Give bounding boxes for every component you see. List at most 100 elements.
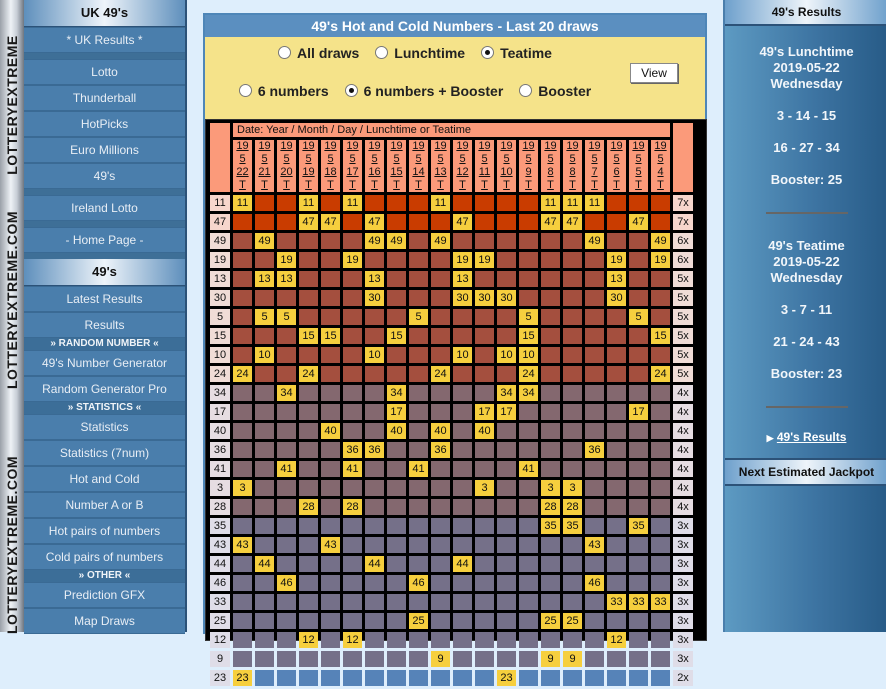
draw-date-link[interactable]: 19 5 20 T (277, 140, 296, 192)
nav-item[interactable]: Cold pairs of numbers (24, 544, 185, 570)
draw-date-link[interactable]: 19 5 14 T (409, 140, 428, 192)
draw-date-link[interactable]: 19 5 15 T (387, 140, 406, 192)
number-type-option[interactable]: 6 numbers + Booster (344, 83, 503, 99)
nav-item[interactable]: 49's Number Generator (24, 350, 185, 376)
brand-vertical-text: LOTTERYEXTREME.COM (4, 455, 20, 635)
hit-cell: 24 (519, 366, 538, 382)
row-count-label: 4x (673, 404, 693, 420)
empty-cell (607, 518, 626, 534)
radio-button[interactable] (278, 46, 292, 59)
number-type-option[interactable]: 6 numbers (238, 83, 329, 99)
nav-item[interactable]: Map Draws (24, 608, 185, 634)
hit-cell: 30 (497, 290, 516, 306)
row-number-label: 10 (210, 347, 230, 363)
empty-cell (321, 499, 340, 515)
empty-cell (585, 632, 604, 648)
nav-item[interactable]: Statistics (24, 414, 185, 440)
nav-item[interactable]: Hot pairs of numbers (24, 518, 185, 544)
empty-cell (651, 442, 670, 458)
empty-cell (431, 613, 450, 629)
draw-date-link[interactable]: 19 5 19 T (299, 140, 318, 192)
nav-item[interactable]: Prediction GFX (24, 582, 185, 608)
nav-item[interactable]: Statistics (7num) (24, 440, 185, 466)
draw-type-option[interactable]: Teatime (481, 45, 552, 61)
draw-type-option[interactable]: Lunchtime (375, 45, 465, 61)
hit-cell: 33 (607, 594, 626, 610)
draw-date-link[interactable]: 19 5 7 T (585, 140, 604, 192)
hit-cell: 19 (651, 252, 670, 268)
row-count-label: 7x (673, 214, 693, 230)
empty-cell (629, 328, 648, 344)
empty-cell (277, 556, 296, 572)
draw-date-part: T (437, 179, 444, 191)
empty-cell (233, 385, 252, 401)
number-row: 11 11 11 11 11 11 11 11 7x (210, 195, 693, 211)
nav-item[interactable]: HotPicks (24, 111, 185, 137)
hit-cell: 19 (343, 252, 362, 268)
nav-item[interactable]: Number A or B (24, 492, 185, 518)
draw-date-link[interactable]: 19 5 22 T (233, 140, 252, 192)
empty-cell (651, 651, 670, 667)
radio-button[interactable] (375, 46, 389, 59)
view-button[interactable]: View (630, 63, 678, 83)
number-type-option[interactable]: Booster (519, 83, 591, 99)
nav-item[interactable]: 49's (24, 163, 185, 189)
draw-date-link[interactable]: 19 5 18 T (321, 140, 340, 192)
draw-date-part: 19 (500, 140, 513, 152)
draw-date-link[interactable]: 19 5 6 T (607, 140, 626, 192)
empty-cell (277, 670, 296, 686)
row-count-label: 5x (673, 366, 693, 382)
radio-button[interactable] (519, 84, 533, 97)
nav-item[interactable]: - Home Page - (24, 227, 185, 253)
draw-date-link[interactable]: 19 5 10 T (497, 140, 516, 192)
draw-date-link[interactable]: 19 5 5 T (629, 140, 648, 192)
nav-item[interactable]: Euro Millions (24, 137, 185, 163)
draw-date-link[interactable]: 19 5 8 T (563, 140, 582, 192)
results-link[interactable]: 49's Results (777, 430, 847, 444)
nav-item[interactable]: Ireland Lotto (24, 195, 185, 221)
number-row: 12 12 12 12 3x (210, 632, 693, 648)
nav-item[interactable]: Random Generator Pro (24, 376, 185, 402)
empty-cell (387, 271, 406, 287)
draw-date-part: T (393, 179, 400, 191)
draw-date-link[interactable]: 19 5 16 T (365, 140, 384, 192)
nav-item[interactable]: Hot and Cold (24, 466, 185, 492)
draw-date-part: T (415, 179, 422, 191)
nav-item[interactable]: Latest Results (24, 286, 185, 312)
empty-cell (497, 233, 516, 249)
draw-date-link[interactable]: 19 5 11 T (475, 140, 494, 192)
draw-date-part: 22 (236, 166, 249, 178)
nav-item[interactable]: * UK Results * (24, 27, 185, 53)
radio-button[interactable] (238, 84, 252, 97)
number-row: 25 25 25 25 3x (210, 613, 693, 629)
hit-cell: 11 (431, 195, 450, 211)
empty-cell (387, 499, 406, 515)
nav-item[interactable]: Thunderball (24, 85, 185, 111)
empty-cell (409, 632, 428, 648)
empty-cell (321, 556, 340, 572)
draw-date-link[interactable]: 19 5 12 T (453, 140, 472, 192)
draw-date-link[interactable]: 19 5 8 T (541, 140, 560, 192)
radio-button[interactable] (481, 46, 495, 59)
number-row: 33 33 33 33 3x (210, 594, 693, 610)
draw-date-link[interactable]: 19 5 13 T (431, 140, 450, 192)
draw-date-link[interactable]: 19 5 21 T (255, 140, 274, 192)
draw-date-link[interactable]: 19 5 17 T (343, 140, 362, 192)
hit-cell: 40 (475, 423, 494, 439)
nav-item[interactable]: Results (24, 312, 185, 338)
empty-cell (321, 366, 340, 382)
draw-date-part: 19 (346, 140, 359, 152)
radio-button[interactable] (344, 84, 358, 97)
draw-date-link[interactable]: 19 5 9 T (519, 140, 538, 192)
empty-cell (387, 480, 406, 496)
draw-date-part: 19 (302, 166, 315, 178)
empty-cell (255, 195, 274, 211)
nav-item[interactable]: Lotto (24, 59, 185, 85)
hit-cell: 11 (541, 195, 560, 211)
hit-cell: 19 (475, 252, 494, 268)
hit-cell: 3 (475, 480, 494, 496)
draw-type-option[interactable]: All draws (278, 45, 359, 61)
empty-cell (453, 328, 472, 344)
draw-date-link[interactable]: 19 5 4 T (651, 140, 670, 192)
empty-cell (629, 195, 648, 211)
